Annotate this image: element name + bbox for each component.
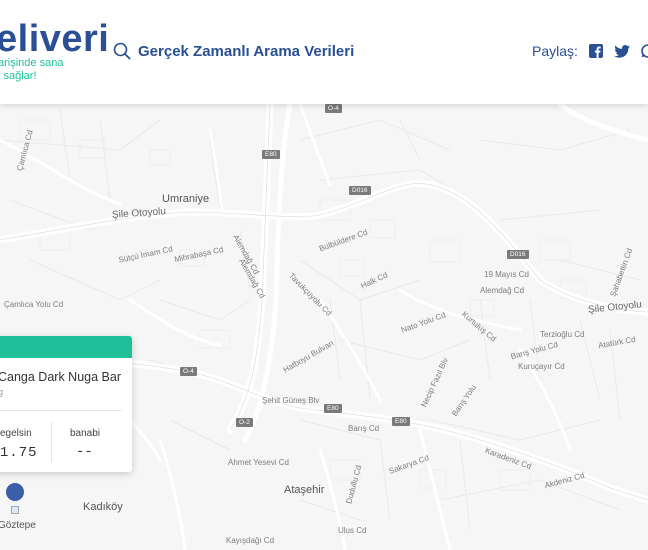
road-shield: D016 (507, 250, 529, 259)
product-name: Canga Dark Nuga Bar (0, 370, 121, 384)
road-shield: D016 (349, 186, 371, 195)
search-icon (113, 42, 131, 60)
card-column-divider (51, 422, 52, 462)
road-label: Şehit Güneş Blv (262, 396, 320, 405)
district-label: Umraniye (162, 193, 210, 205)
price-card[interactable]: Canga Dark Nuga Bar g istegelsin banabi … (0, 336, 132, 472)
district-label: Kadıköy (83, 501, 123, 513)
road-label: Çamlıca Yolu Cd (4, 300, 64, 309)
road-shield: E80 (392, 417, 410, 426)
twitter-icon[interactable] (614, 44, 630, 58)
road-shield: E80 (262, 150, 280, 159)
vendor-label: istegelsin (0, 428, 32, 439)
tagline-line: i sağlar! (0, 70, 37, 82)
vendor-price: ₺1.75 (0, 445, 38, 461)
road-label: Ahmet Yesevi Cd (228, 458, 289, 467)
road-shield: O-4 (325, 104, 342, 113)
share-label: Paylaş: (532, 43, 578, 59)
vendor-price: -- (76, 444, 93, 460)
road-label: Kayışdağı Cd (226, 536, 275, 545)
card-divider (0, 410, 122, 411)
facebook-icon[interactable] (588, 44, 603, 58)
search-link[interactable]: Gerçek Zamanlı Arama Verileri (113, 42, 354, 60)
road-label: Alemdağ Cd (480, 286, 525, 295)
district-label: Göztepe (0, 520, 36, 531)
site-tagline: arişinde sana i sağlar! (0, 57, 63, 83)
site-logo[interactable]: eliveri (0, 18, 109, 61)
map-marker-icon[interactable] (11, 506, 19, 514)
road-shield: E80 (324, 404, 342, 413)
location-pin[interactable] (6, 483, 24, 501)
road-label: Terzioğlu Cd (540, 330, 585, 339)
road-label: Barış Cd (348, 424, 380, 433)
price-card-header (0, 336, 132, 358)
product-weight: g (0, 387, 4, 397)
road-shield: O-4 (180, 367, 197, 376)
road-shield: O-2 (236, 418, 253, 427)
site-header: eliveri arişinde sana i sağlar! Gerçek Z… (0, 0, 648, 104)
district-label: Ataşehir (284, 484, 325, 496)
road-label: 19 Mayıs Cd (484, 270, 529, 279)
search-label: Gerçek Zamanlı Arama Verileri (138, 42, 355, 60)
share-bar: Paylaş: (532, 43, 648, 59)
road-label: Kuruçayır Cd (518, 362, 565, 371)
vendor-label: banabi (70, 428, 101, 439)
road-label: Ulus Cd (338, 526, 367, 535)
tagline-line: arişinde sana (0, 57, 64, 69)
whatsapp-icon[interactable] (641, 44, 648, 58)
